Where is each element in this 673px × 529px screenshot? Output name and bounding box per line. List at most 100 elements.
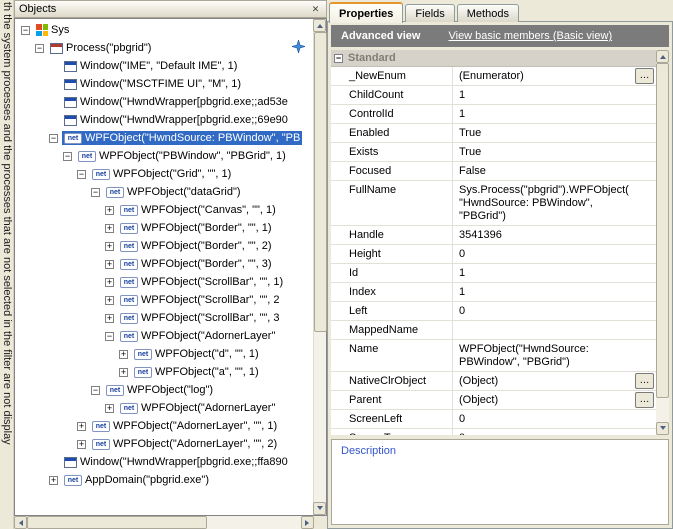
tree-node[interactable]: + net WPFObject("ScrollBar", "", 1)	[15, 273, 313, 291]
property-row[interactable]: _NewEnum (Enumerator) …	[331, 67, 656, 86]
expander-icon[interactable]: +	[119, 368, 128, 377]
tree-node[interactable]: + net WPFObject("Border", "", 1)	[15, 219, 313, 237]
tree-node[interactable]: + net WPFObject("Border", "", 2)	[15, 237, 313, 255]
property-row[interactable]: Left 0	[331, 302, 656, 321]
tree-node[interactable]: − net WPFObject("HwndSource: PBWindow", …	[15, 129, 313, 147]
expander-icon[interactable]: −	[63, 152, 72, 161]
expander-icon[interactable]: −	[105, 332, 114, 341]
tab-fields[interactable]: Fields	[405, 4, 454, 22]
tree-node[interactable]: − Sys	[15, 21, 313, 39]
property-row[interactable]: Exists True	[331, 143, 656, 162]
basic-view-link[interactable]: View basic members (Basic view)	[448, 30, 612, 42]
tree-node[interactable]: + net WPFObject("AdornerLayer"	[15, 399, 313, 417]
scroll-thumb[interactable]	[314, 32, 327, 332]
tree-node[interactable]: + net WPFObject("AdornerLayer", "", 1)	[15, 417, 313, 435]
scroll-down-button[interactable]	[313, 502, 326, 515]
tree-node[interactable]: + net WPFObject("d", "", 1)	[15, 345, 313, 363]
property-row[interactable]: Handle 3541396	[331, 226, 656, 245]
property-row[interactable]: ChildCount 1	[331, 86, 656, 105]
property-name: ControlId	[331, 105, 453, 123]
tree-node-label: WPFObject("ScrollBar", "", 1)	[141, 276, 283, 288]
tree-node[interactable]: + net WPFObject("AdornerLayer", "", 2)	[15, 435, 313, 453]
property-row[interactable]: NativeClrObject (Object) …	[331, 372, 656, 391]
tree-horizontal-scrollbar[interactable]	[14, 516, 314, 529]
tree-node[interactable]: Window("MSCTFIME UI", "M", 1)	[15, 75, 313, 93]
tab-methods[interactable]: Methods	[457, 4, 519, 22]
property-row[interactable]: ControlId 1	[331, 105, 656, 124]
property-value: 1	[459, 108, 465, 120]
property-row[interactable]: Height 0	[331, 245, 656, 264]
tab-label: Methods	[467, 8, 509, 20]
expander-icon[interactable]: +	[105, 242, 114, 251]
net-icon: net	[120, 223, 138, 234]
tree-vertical-scrollbar[interactable]	[313, 19, 326, 515]
close-icon[interactable]: ✕	[309, 3, 322, 16]
expander-icon[interactable]: −	[49, 134, 58, 143]
tree-node[interactable]: + net WPFObject("ScrollBar", "", 2	[15, 291, 313, 309]
expander-icon[interactable]: +	[105, 206, 114, 215]
property-row[interactable]: FullName Sys.Process("pbgrid").WPFObject…	[331, 181, 656, 226]
grid-vertical-scrollbar[interactable]	[656, 50, 669, 435]
expander-icon[interactable]: −	[91, 188, 100, 197]
property-row[interactable]: Enabled True	[331, 124, 656, 143]
property-row[interactable]: Focused False	[331, 162, 656, 181]
tree-node[interactable]: Window("HwndWrapper[pbgrid.exe;;69e90	[15, 111, 313, 129]
ellipsis-button[interactable]: …	[635, 68, 654, 84]
expander-icon[interactable]: −	[77, 170, 86, 179]
property-row[interactable]: Name WPFObject("HwndSource: PBWindow", "…	[331, 340, 656, 372]
tree-node[interactable]: − net WPFObject("AdornerLayer"	[15, 327, 313, 345]
tree-node[interactable]: + net AppDomain("pbgrid.exe")	[15, 471, 313, 489]
property-value: Sys.Process("pbgrid").WPFObject("HwndSou…	[459, 184, 629, 222]
tree-node[interactable]: + net WPFObject("Canvas", "", 1)	[15, 201, 313, 219]
expander-icon[interactable]: +	[105, 278, 114, 287]
property-row[interactable]: MappedName	[331, 321, 656, 340]
tree-node[interactable]: Window("HwndWrapper[pbgrid.exe;;ad53e	[15, 93, 313, 111]
property-row[interactable]: Id 1	[331, 264, 656, 283]
collapse-icon[interactable]: −	[334, 54, 343, 63]
expander-icon[interactable]: +	[105, 296, 114, 305]
members-panel: PropertiesFields Methods Advanced view Vi…	[327, 0, 673, 529]
scroll-thumb[interactable]	[27, 516, 207, 529]
property-value: (Object)	[459, 375, 498, 387]
ellipsis-button[interactable]: …	[635, 392, 654, 408]
expander-icon[interactable]: +	[105, 404, 114, 413]
expander-icon[interactable]: +	[49, 476, 58, 485]
scroll-right-button[interactable]	[301, 516, 314, 529]
scroll-up-button[interactable]	[656, 50, 669, 63]
ellipsis-button[interactable]: …	[635, 373, 654, 389]
tab-properties[interactable]: Properties	[329, 2, 403, 23]
expander-icon[interactable]: −	[91, 386, 100, 395]
expander-icon[interactable]: +	[105, 224, 114, 233]
scroll-up-button[interactable]	[313, 19, 326, 32]
tree-node-label: WPFObject("dataGrid")	[127, 186, 241, 198]
expander-icon[interactable]: +	[105, 314, 114, 323]
property-value: 0	[459, 305, 465, 317]
tree-node[interactable]: + net WPFObject("Border", "", 3)	[15, 255, 313, 273]
property-row[interactable]: Index 1	[331, 283, 656, 302]
tree-node[interactable]: + net WPFObject("a", "", 1)	[15, 363, 313, 381]
expander-icon[interactable]: +	[119, 350, 128, 359]
expander-icon[interactable]: −	[21, 26, 30, 35]
property-value: False	[459, 165, 486, 177]
expander-icon[interactable]: +	[105, 260, 114, 269]
expander-icon[interactable]: +	[77, 440, 86, 449]
tree-node[interactable]: − net WPFObject("PBWindow", "PBGrid", 1)	[15, 147, 313, 165]
expander-icon[interactable]: +	[77, 422, 86, 431]
property-row[interactable]: ScreenLeft 0	[331, 410, 656, 429]
property-row[interactable]: ScreenTop 0	[331, 429, 656, 435]
net-icon: net	[120, 313, 138, 324]
docked-panel-tab[interactable]: th the system processes and the processe…	[0, 0, 14, 529]
tree-node[interactable]: + net WPFObject("ScrollBar", "", 3	[15, 309, 313, 327]
properties-tab-page: Advanced view View basic members (Basic …	[327, 21, 673, 529]
tree-node[interactable]: Window("HwndWrapper[pbgrid.exe;;ffa890	[15, 453, 313, 471]
tree-node[interactable]: − net WPFObject("log")	[15, 381, 313, 399]
tree-node[interactable]: − net WPFObject("Grid", "", 1)	[15, 165, 313, 183]
tree-node[interactable]: − Process("pbgrid")	[15, 39, 313, 57]
tree-node[interactable]: − net WPFObject("dataGrid")	[15, 183, 313, 201]
expander-icon[interactable]: −	[35, 44, 44, 53]
property-row[interactable]: Parent (Object) …	[331, 391, 656, 410]
tree-node[interactable]: Window("IME", "Default IME", 1)	[15, 57, 313, 75]
scroll-left-button[interactable]	[14, 516, 27, 529]
scroll-thumb[interactable]	[656, 63, 669, 398]
scroll-down-button[interactable]	[656, 422, 669, 435]
